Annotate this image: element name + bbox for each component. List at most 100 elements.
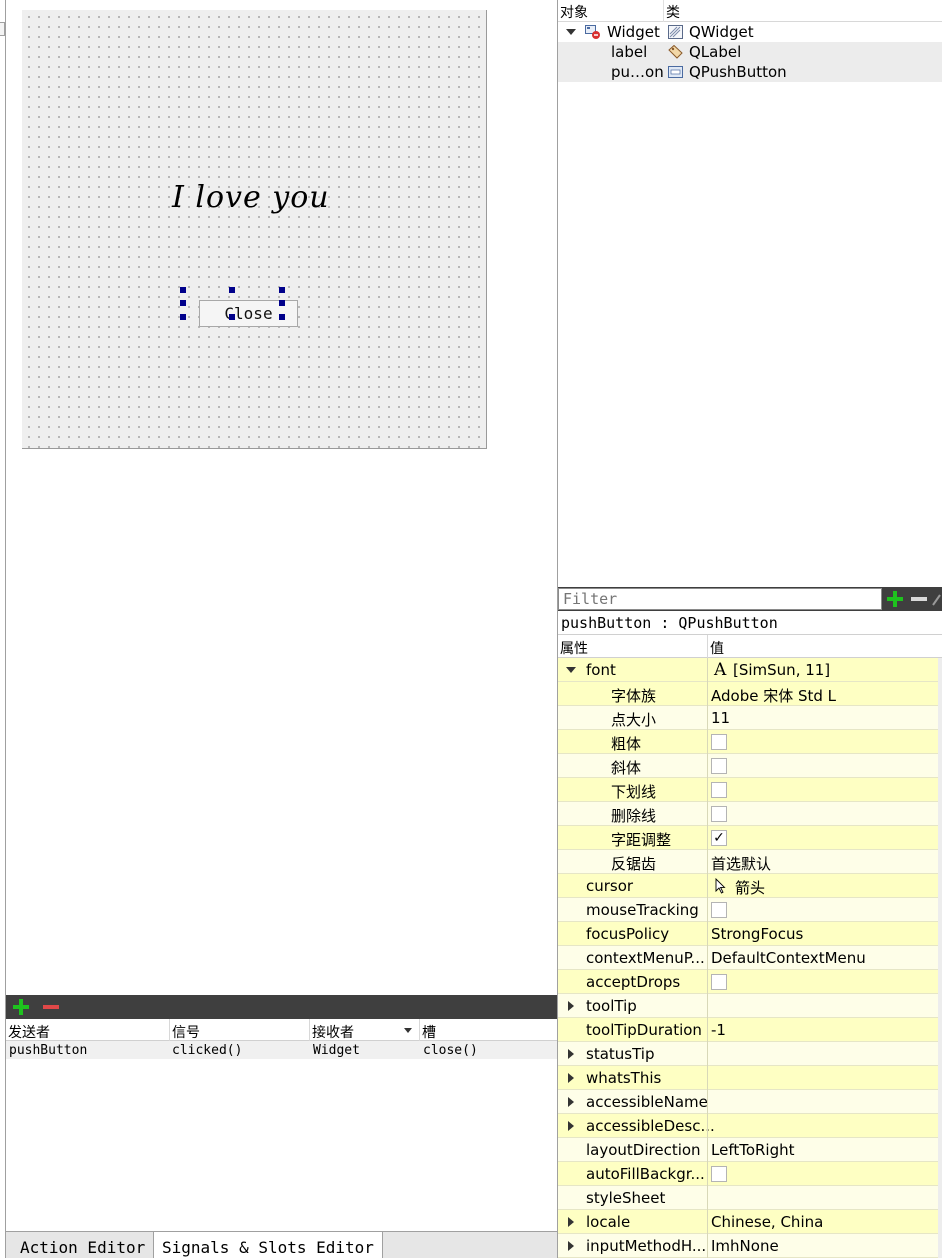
property-value[interactable]: Adobe 宋体 Std L	[711, 685, 836, 706]
property-column-header[interactable]: 属性	[560, 638, 588, 658]
expand-arrow-icon[interactable]	[568, 1001, 574, 1011]
strikeout-checkbox[interactable]	[711, 806, 727, 822]
signal-column-header[interactable]: 信号	[172, 1022, 200, 1042]
resize-handle-top-right[interactable]	[279, 287, 285, 293]
kerning-checkbox[interactable]: ✓	[711, 830, 727, 846]
property-value[interactable]: 箭头	[735, 877, 765, 898]
property-row-cursor[interactable]: cursor 箭头	[558, 874, 942, 898]
object-column-header[interactable]: 对象	[560, 2, 588, 22]
property-row-tooltip[interactable]: toolTip	[558, 994, 942, 1018]
property-value[interactable]: LeftToRight	[711, 1141, 795, 1159]
expand-arrow-icon[interactable]	[568, 1241, 574, 1251]
sender-column-header[interactable]: 发送者	[8, 1022, 50, 1042]
resize-handle-bottom[interactable]	[229, 314, 235, 320]
configure-wrench-icon[interactable]	[932, 592, 942, 606]
property-row-layout-direction[interactable]: layoutDirection LeftToRight	[558, 1138, 942, 1162]
remove-connection-minus-icon[interactable]	[43, 1005, 59, 1009]
design-form[interactable]: I love you Close	[22, 10, 487, 449]
property-value[interactable]: [SimSun, 11]	[733, 661, 830, 679]
property-row-point-size[interactable]: 点大小 11	[558, 706, 942, 730]
property-row-input-method-hints[interactable]: inputMethodH... ImhNone	[558, 1234, 942, 1258]
property-value[interactable]: DefaultContextMenu	[711, 949, 866, 967]
object-row-label[interactable]: label QLabel	[558, 42, 942, 62]
column-separator	[707, 922, 708, 946]
column-separator	[419, 1019, 420, 1041]
column-separator	[663, 0, 664, 22]
property-row-antialiasing[interactable]: 反锯齿 首选默认	[558, 850, 942, 874]
love-label[interactable]: I love you	[172, 180, 330, 215]
property-row-kerning[interactable]: 字距调整 ✓	[558, 826, 942, 850]
value-column-header[interactable]: 值	[710, 638, 724, 658]
mouse-tracking-checkbox[interactable]	[711, 902, 727, 918]
property-value[interactable]: 11	[711, 709, 730, 727]
property-row-mouse-tracking[interactable]: mouseTracking	[558, 898, 942, 922]
object-row-pushbutton[interactable]: pu…on QPushButton	[558, 62, 942, 82]
expand-arrow-icon[interactable]	[566, 29, 576, 35]
property-row-tooltip-duration[interactable]: toolTipDuration -1	[558, 1018, 942, 1042]
property-value[interactable]: 首选默认	[711, 853, 771, 874]
property-name: autoFillBackgr...	[586, 1165, 705, 1183]
resize-handle-top-left[interactable]	[180, 287, 186, 293]
slot-column-header[interactable]: 槽	[422, 1022, 436, 1042]
resize-handle-left[interactable]	[180, 300, 186, 306]
bold-checkbox[interactable]	[711, 734, 727, 750]
filter-input[interactable]	[558, 588, 882, 610]
property-row-locale[interactable]: locale Chinese, China	[558, 1210, 942, 1234]
property-value[interactable]: ImhNone	[711, 1237, 779, 1255]
expand-arrow-icon[interactable]	[568, 1217, 574, 1227]
expand-arrow-icon[interactable]	[568, 1073, 574, 1083]
accept-drops-checkbox[interactable]	[711, 974, 727, 990]
property-editor-scrollbar[interactable]	[938, 658, 942, 1258]
property-row-stylesheet[interactable]: styleSheet	[558, 1186, 942, 1210]
property-row-auto-fill-background[interactable]: autoFillBackgr...	[558, 1162, 942, 1186]
connection-signal[interactable]: clicked()	[172, 1043, 242, 1058]
remove-property-minus-icon[interactable]	[911, 597, 927, 601]
property-name: 反锯齿	[611, 855, 657, 873]
property-row-accept-drops[interactable]: acceptDrops	[558, 970, 942, 994]
property-row-font-family[interactable]: 字体族 Adobe 宋体 Std L	[558, 682, 942, 706]
sort-arrow-icon[interactable]	[404, 1028, 412, 1033]
column-separator	[707, 802, 708, 826]
resize-handle-top[interactable]	[229, 287, 235, 293]
splitter-handle[interactable]	[0, 22, 5, 36]
expand-arrow-icon[interactable]	[568, 1097, 574, 1107]
object-row-widget[interactable]: Widget QWidget	[558, 22, 942, 42]
property-row-whats-this[interactable]: whatsThis	[558, 1066, 942, 1090]
object-class: QWidget	[689, 23, 754, 41]
receiver-column-header[interactable]: 接收者	[312, 1022, 354, 1042]
tab-signals-slots-editor[interactable]: Signals & Slots Editor	[153, 1232, 383, 1258]
connection-sender[interactable]: pushButton	[9, 1043, 87, 1058]
property-row-status-tip[interactable]: statusTip	[558, 1042, 942, 1066]
object-class: QPushButton	[689, 63, 787, 81]
expand-arrow-icon[interactable]	[568, 1049, 574, 1059]
expand-arrow-icon[interactable]	[568, 1121, 574, 1131]
property-row-accessible-name[interactable]: accessibleName	[558, 1090, 942, 1114]
connection-slot[interactable]: close()	[423, 1043, 478, 1058]
auto-fill-background-checkbox[interactable]	[711, 1166, 727, 1182]
property-row-accessible-description[interactable]: accessibleDesc...	[558, 1114, 942, 1138]
property-row-italic[interactable]: 斜体	[558, 754, 942, 778]
property-row-strikeout[interactable]: 删除线	[558, 802, 942, 826]
underline-checkbox[interactable]	[711, 782, 727, 798]
column-separator	[707, 1186, 708, 1210]
column-separator	[309, 1019, 310, 1041]
add-connection-plus-icon[interactable]	[13, 999, 29, 1015]
property-value[interactable]: -1	[711, 1021, 726, 1039]
resize-handle-bottom-left[interactable]	[180, 314, 186, 320]
collapse-arrow-icon[interactable]	[566, 667, 576, 673]
italic-checkbox[interactable]	[711, 758, 727, 774]
resize-handle-right[interactable]	[279, 300, 285, 306]
property-row-underline[interactable]: 下划线	[558, 778, 942, 802]
add-property-plus-icon[interactable]	[887, 591, 903, 607]
property-value[interactable]: StrongFocus	[711, 925, 803, 943]
property-row-font[interactable]: font A [SimSun, 11]	[558, 658, 942, 682]
class-column-header[interactable]: 类	[666, 2, 680, 22]
tab-action-editor[interactable]: Action Editor	[12, 1232, 153, 1258]
property-row-context-menu-policy[interactable]: contextMenuP... DefaultContextMenu	[558, 946, 942, 970]
property-row-focus-policy[interactable]: focusPolicy StrongFocus	[558, 922, 942, 946]
connection-receiver[interactable]: Widget	[313, 1043, 360, 1058]
connection-row[interactable]: pushButton clicked() Widget close()	[6, 1041, 557, 1059]
property-value[interactable]: Chinese, China	[711, 1213, 823, 1231]
resize-handle-bottom-right[interactable]	[279, 314, 285, 320]
property-row-bold[interactable]: 粗体	[558, 730, 942, 754]
